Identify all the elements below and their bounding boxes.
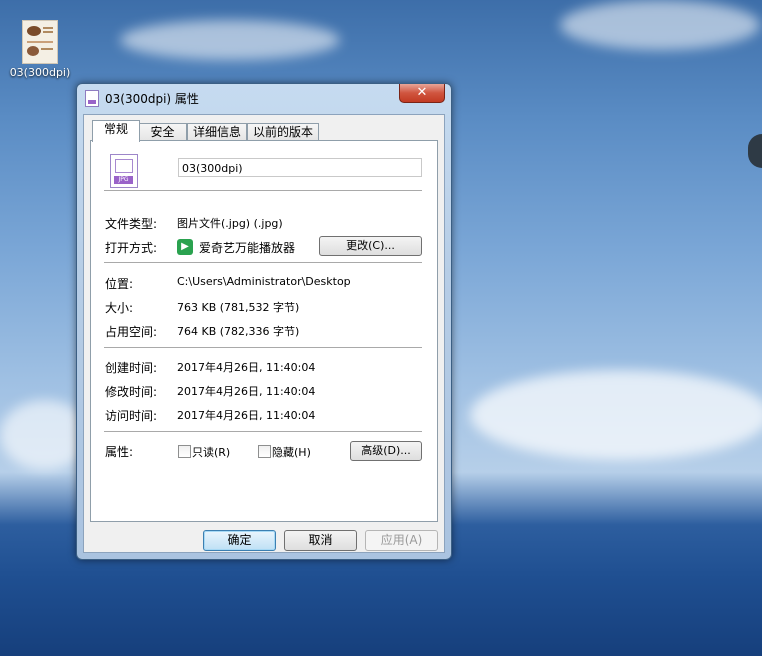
cloud xyxy=(120,20,340,60)
opens-with-value: 爱奇艺万能播放器 xyxy=(199,241,296,255)
ok-button[interactable]: 确定 xyxy=(203,530,276,551)
properties-dialog: 03(300dpi) 属性 ✕ 常规 安全 详细信息 以前的版本 JPG 03(… xyxy=(76,83,452,560)
desktop-file-icon[interactable]: 03(300dpi) xyxy=(6,20,74,79)
file-type-badge: JPG xyxy=(114,176,133,184)
title-bar[interactable]: 03(300dpi) 属性 ✕ xyxy=(77,84,451,110)
opens-with-label: 打开方式: xyxy=(105,241,158,255)
separator xyxy=(104,431,422,432)
readonly-label: 只读(R) xyxy=(192,446,231,459)
file-type-value: 图片文件(.jpg) (.jpg) xyxy=(177,217,283,230)
cloud xyxy=(560,0,760,50)
size-on-disk-value: 764 KB (782,336 字节) xyxy=(177,325,300,338)
file-type-label: 文件类型: xyxy=(105,217,158,231)
hidden-label: 隐藏(H) xyxy=(272,446,311,459)
cancel-button[interactable]: 取消 xyxy=(284,530,357,551)
attributes-label: 属性: xyxy=(105,445,134,459)
separator xyxy=(104,262,422,263)
created-value: 2017年4月26日, 11:40:04 xyxy=(177,361,316,374)
location-label: 位置: xyxy=(105,277,134,291)
close-button[interactable]: ✕ xyxy=(399,84,445,103)
apply-button[interactable]: 应用(A) xyxy=(365,530,438,551)
edge-handle[interactable] xyxy=(748,134,762,168)
cloud xyxy=(470,370,762,460)
iqiyi-player-icon: ▶ xyxy=(177,239,193,255)
close-icon: ✕ xyxy=(416,85,428,100)
accessed-value: 2017年4月26日, 11:40:04 xyxy=(177,409,316,422)
window-title: 03(300dpi) 属性 xyxy=(105,92,199,106)
created-label: 创建时间: xyxy=(105,361,158,375)
modified-label: 修改时间: xyxy=(105,385,158,399)
tab-previous-versions[interactable]: 以前的版本 xyxy=(247,123,319,141)
size-on-disk-label: 占用空间: xyxy=(105,325,158,339)
tab-security[interactable]: 安全 xyxy=(138,123,187,141)
tab-details[interactable]: 详细信息 xyxy=(187,123,247,141)
advanced-button[interactable]: 高级(D)... xyxy=(350,441,422,461)
location-value: C:\Users\Administrator\Desktop xyxy=(177,275,351,288)
dialog-body: 常规 安全 详细信息 以前的版本 JPG 03(300dpi) 文件类型: 图片… xyxy=(83,114,445,553)
tab-general[interactable]: 常规 xyxy=(92,120,140,142)
desktop-file-label: 03(300dpi) xyxy=(9,66,71,79)
general-tab-panel: JPG 03(300dpi) 文件类型: 图片文件(.jpg) (.jpg) 打… xyxy=(90,140,438,522)
size-value: 763 KB (781,532 字节) xyxy=(177,301,300,314)
separator xyxy=(104,347,422,348)
accessed-label: 访问时间: xyxy=(105,409,158,423)
jpg-file-icon xyxy=(85,90,99,107)
size-label: 大小: xyxy=(105,301,134,315)
jpg-file-icon: JPG xyxy=(110,154,138,188)
hidden-checkbox[interactable] xyxy=(258,445,271,458)
separator xyxy=(104,190,422,191)
change-button[interactable]: 更改(C)... xyxy=(319,236,422,256)
modified-value: 2017年4月26日, 11:40:04 xyxy=(177,385,316,398)
readonly-checkbox[interactable] xyxy=(178,445,191,458)
image-thumbnail-icon xyxy=(22,20,58,64)
file-name-input[interactable]: 03(300dpi) xyxy=(178,158,422,177)
